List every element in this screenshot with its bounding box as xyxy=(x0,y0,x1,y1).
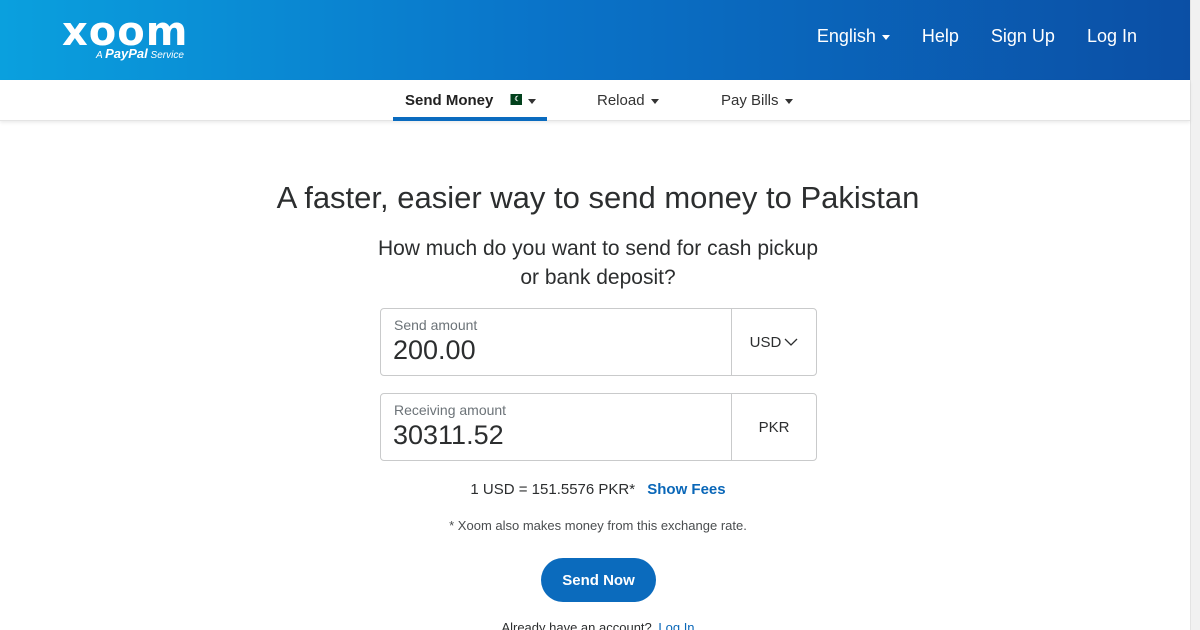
help-link[interactable]: Help xyxy=(922,26,959,47)
active-tab-indicator xyxy=(393,117,547,121)
tab-send-money[interactable]: Send Money ☾ xyxy=(393,80,547,121)
tab-send-money-label: Send Money xyxy=(405,92,494,109)
tab-pay-bills-label: Pay Bills xyxy=(721,92,779,109)
exchange-rate-row: 1 USD = 151.5576 PKR* Show Fees xyxy=(0,481,1196,498)
receive-amount-input[interactable] xyxy=(393,420,713,451)
already-account-text: Already have an account? xyxy=(501,620,652,630)
receive-amount-label: Receiving amount xyxy=(394,402,507,418)
log-in-link[interactable]: Log In xyxy=(1087,26,1137,47)
send-amount-label: Send amount xyxy=(394,317,478,333)
caret-down-icon xyxy=(650,98,659,104)
receive-currency: PKR xyxy=(731,394,816,460)
caret-down-icon xyxy=(784,98,793,104)
chevron-down-icon xyxy=(784,338,798,346)
logo-tagline: A PayPal Service xyxy=(96,46,184,61)
show-fees-link[interactable]: Show Fees xyxy=(647,481,725,498)
language-menu[interactable]: English xyxy=(817,26,890,47)
pakistan-flag-icon: ☾ xyxy=(507,94,523,105)
page-headline: A faster, easier way to send money to Pa… xyxy=(276,180,920,215)
language-label: English xyxy=(816,26,876,46)
send-currency-label: USD xyxy=(749,333,782,351)
caret-down-icon xyxy=(881,34,890,40)
log-in-link-bottom[interactable]: Log In xyxy=(658,620,694,630)
exchange-rate-text: 1 USD = 151.5576 PKR* xyxy=(470,481,636,498)
logo-tag-suffix: Service xyxy=(150,50,184,61)
exchange-rate-note: * Xoom also makes money from this exchan… xyxy=(449,518,747,533)
logo-tag-prefix: A xyxy=(96,50,103,61)
product-tabs: Send Money ☾ Reload Pay Bills xyxy=(0,80,1190,121)
send-amount-field: Send amount USD xyxy=(380,308,817,376)
page-scrollbar[interactable] xyxy=(1190,0,1200,630)
tab-reload[interactable]: Reload xyxy=(597,80,667,121)
xoom-logo[interactable]: xoom A PayPal Service xyxy=(62,12,188,61)
receive-amount-field: Receiving amount PKR xyxy=(380,393,817,461)
top-header: xoom A PayPal Service English Help Sign … xyxy=(0,0,1190,80)
receive-currency-label: PKR xyxy=(758,418,790,436)
amount-question: How much do you want to send for cash pi… xyxy=(377,237,819,289)
send-now-button[interactable]: Send Now xyxy=(541,558,656,602)
existing-account-prompt: Already have an account? Log In xyxy=(0,620,1196,630)
send-currency-select[interactable]: USD xyxy=(731,309,816,375)
send-amount-input[interactable] xyxy=(393,335,713,366)
logo-tag-brand: PayPal xyxy=(105,46,148,61)
caret-down-icon xyxy=(528,98,537,104)
sign-up-link[interactable]: Sign Up xyxy=(991,26,1055,47)
top-nav: English Help Sign Up Log In xyxy=(817,26,1137,47)
tab-pay-bills[interactable]: Pay Bills xyxy=(721,80,801,121)
tab-reload-label: Reload xyxy=(597,92,645,109)
